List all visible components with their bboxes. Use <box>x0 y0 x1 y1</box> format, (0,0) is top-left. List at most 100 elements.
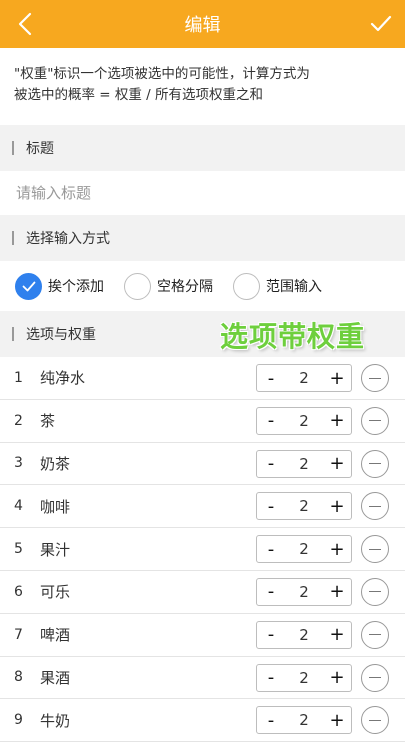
minus-circle-icon <box>369 420 381 422</box>
title-input-row <box>0 171 405 215</box>
input-method-section-header: 选择输入方式 <box>0 215 405 261</box>
weight-value[interactable]: 2 <box>285 583 323 601</box>
option-number: 2 <box>14 412 23 429</box>
option-name[interactable]: 果酒 <box>40 667 70 688</box>
title-section-header: 标题 <box>0 125 405 171</box>
increment-button[interactable]: + <box>323 665 351 691</box>
increment-button[interactable]: + <box>323 707 351 733</box>
method-label: 范围输入 <box>266 279 322 295</box>
minus-circle-icon <box>369 505 381 507</box>
option-row: 4 咖啡 -2 + <box>0 485 405 529</box>
option-number: 4 <box>14 498 23 515</box>
minus-circle-icon <box>369 591 381 593</box>
option-row: 3 奶茶 -2 + <box>0 443 405 486</box>
remove-option-button[interactable] <box>361 663 389 692</box>
decrement-button[interactable]: - <box>257 536 285 562</box>
option-number: 8 <box>14 669 23 686</box>
method-one-by-one[interactable]: 挨个添加 <box>15 272 104 300</box>
option-name[interactable]: 牛奶 <box>40 710 70 731</box>
option-list: 1 纯净水 -2 +2 茶 -2 +3 奶茶 -2 +4 咖啡 -2 +5 果汁 -2 +6 可乐 -2 +7 啤酒 -… <box>0 357 405 742</box>
increment-button[interactable]: + <box>323 408 351 434</box>
remove-option-button[interactable] <box>361 364 389 392</box>
weight-stepper: -2 + <box>256 706 352 735</box>
decrement-button[interactable]: - <box>257 451 285 477</box>
decrement-button[interactable]: - <box>257 365 285 391</box>
weight-value[interactable]: 2 <box>285 455 323 473</box>
option-row: 9 牛奶 -2 + <box>0 699 405 742</box>
section-marker <box>12 141 14 155</box>
weight-value[interactable]: 2 <box>285 711 323 729</box>
minus-circle-icon <box>369 677 381 679</box>
minus-circle-icon <box>369 634 381 636</box>
option-name[interactable]: 啤酒 <box>40 624 70 645</box>
remove-option-button[interactable] <box>361 449 389 478</box>
weight-value[interactable]: 2 <box>285 497 323 515</box>
decrement-button[interactable]: - <box>257 408 285 434</box>
remove-option-button[interactable] <box>361 620 389 649</box>
method-space-separated[interactable]: 空格分隔 <box>124 272 213 300</box>
remove-option-button[interactable] <box>361 406 389 435</box>
option-row: 7 啤酒 -2 + <box>0 614 405 657</box>
option-number: 1 <box>14 369 23 386</box>
overlay-caption: 选项带权重 <box>220 320 366 353</box>
input-method-label: 选择输入方式 <box>26 231 110 247</box>
radio-checked-icon[interactable] <box>15 272 42 300</box>
option-name[interactable]: 茶 <box>40 410 55 431</box>
description-line-1: "权重"标识一个选项被选中的可能性，计算方式为 <box>14 66 310 82</box>
option-name[interactable]: 纯净水 <box>40 367 85 388</box>
minus-circle-icon <box>369 377 381 379</box>
confirm-button[interactable] <box>365 8 397 40</box>
minus-circle-icon <box>369 548 381 550</box>
option-name[interactable]: 可乐 <box>40 581 70 602</box>
options-section-header: 选项与权重 选项带权重 <box>0 311 405 357</box>
checkmark-icon <box>370 15 392 32</box>
title-input[interactable] <box>14 183 378 203</box>
increment-button[interactable]: + <box>323 451 351 477</box>
decrement-button[interactable]: - <box>257 665 285 691</box>
remove-option-button[interactable] <box>361 535 389 564</box>
option-name[interactable]: 奶茶 <box>40 453 70 474</box>
remove-option-button[interactable] <box>361 577 389 606</box>
increment-button[interactable]: + <box>323 493 351 519</box>
radio-unchecked-icon[interactable] <box>124 272 151 300</box>
back-button[interactable] <box>10 8 40 40</box>
weight-description: "权重"标识一个选项被选中的可能性，计算方式为 被选中的概率 = 权重 / 所有… <box>0 48 405 125</box>
decrement-button[interactable]: - <box>257 707 285 733</box>
method-range-input[interactable]: 范围输入 <box>233 272 322 300</box>
remove-option-button[interactable] <box>361 706 389 735</box>
option-row: 1 纯净水 -2 + <box>0 357 405 400</box>
section-marker <box>12 231 14 245</box>
option-row: 5 果汁 -2 + <box>0 528 405 571</box>
increment-button[interactable]: + <box>323 536 351 562</box>
increment-button[interactable]: + <box>323 365 351 391</box>
decrement-button[interactable]: - <box>257 579 285 605</box>
option-number: 5 <box>14 541 23 558</box>
weight-stepper: -2 + <box>256 535 352 564</box>
minus-circle-icon <box>369 719 381 721</box>
method-label: 空格分隔 <box>157 279 213 295</box>
decrement-button[interactable]: - <box>257 622 285 648</box>
option-number: 9 <box>14 712 23 729</box>
option-name[interactable]: 咖啡 <box>40 496 70 517</box>
page-title: 编辑 <box>184 15 221 36</box>
weight-stepper: -2 + <box>256 492 352 521</box>
increment-button[interactable]: + <box>323 579 351 605</box>
weight-stepper: -2 + <box>256 449 352 478</box>
weight-value[interactable]: 2 <box>285 369 323 387</box>
option-name[interactable]: 果汁 <box>40 539 70 560</box>
option-number: 3 <box>14 455 23 472</box>
weight-stepper: -2 + <box>256 620 352 649</box>
weight-stepper: -2 + <box>256 406 352 435</box>
radio-unchecked-icon[interactable] <box>233 272 260 300</box>
option-row: 2 茶 -2 + <box>0 400 405 443</box>
increment-button[interactable]: + <box>323 622 351 648</box>
weight-value[interactable]: 2 <box>285 626 323 644</box>
weight-value[interactable]: 2 <box>285 412 323 430</box>
decrement-button[interactable]: - <box>257 493 285 519</box>
remove-option-button[interactable] <box>361 492 389 521</box>
chevron-left-icon <box>18 12 32 36</box>
weight-value[interactable]: 2 <box>285 669 323 687</box>
weight-value[interactable]: 2 <box>285 540 323 558</box>
weight-stepper: -2 + <box>256 364 352 392</box>
description-line-2: 被选中的概率 = 权重 / 所有选项权重之和 <box>14 87 264 103</box>
